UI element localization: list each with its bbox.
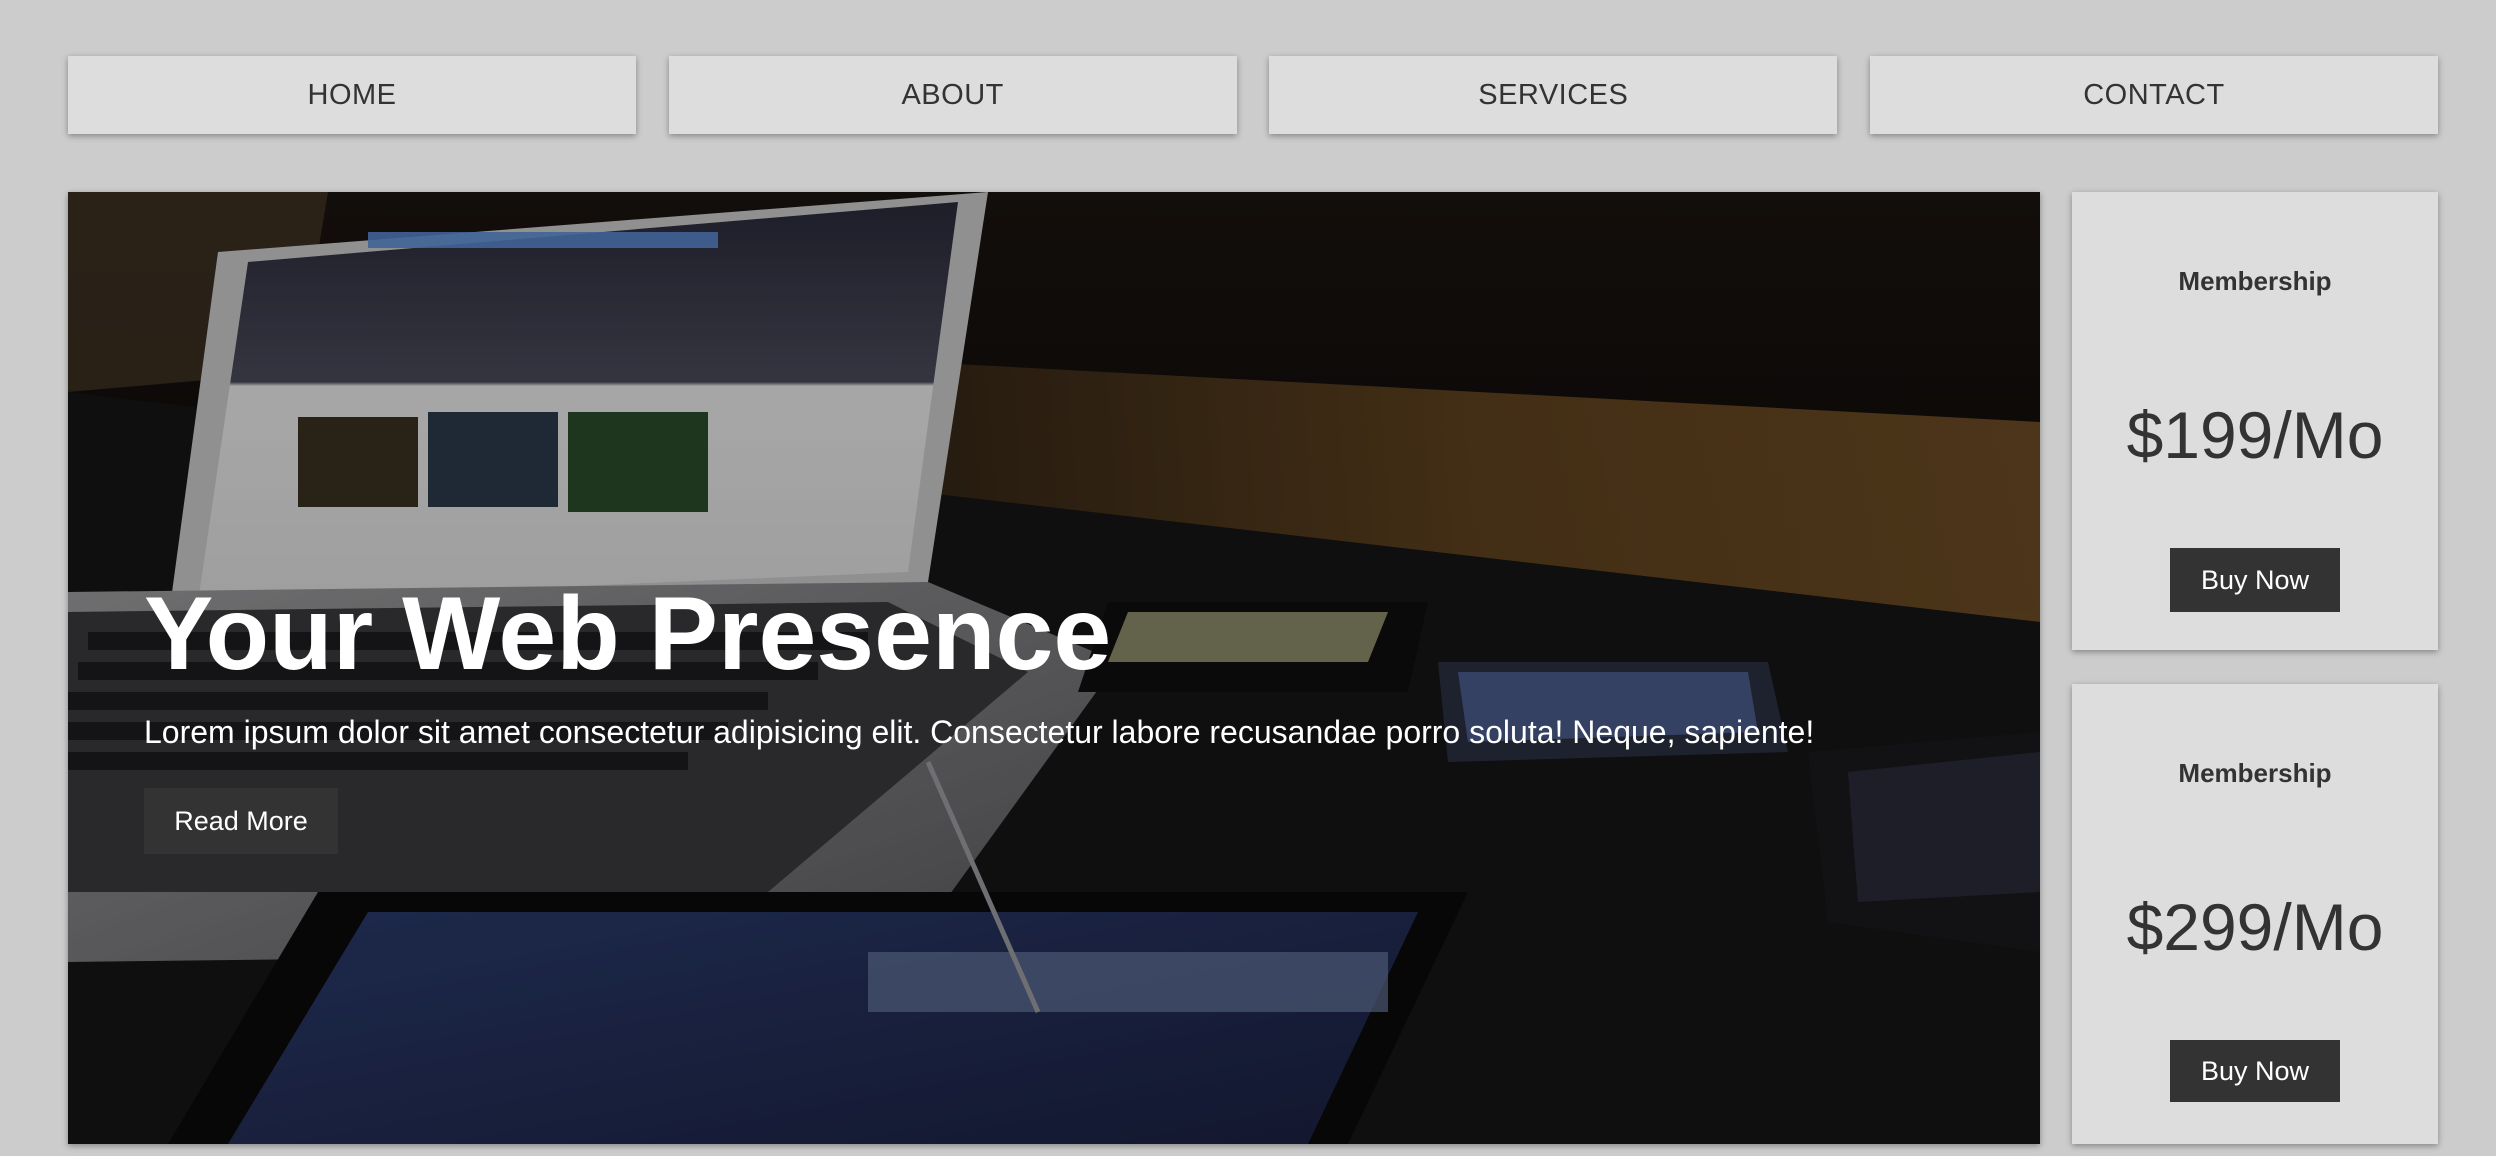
nav-about[interactable]: ABOUT	[668, 56, 1237, 134]
buy-now-button[interactable]: Buy Now	[2170, 1040, 2340, 1102]
nav-contact[interactable]: CONTACT	[1869, 56, 2438, 134]
hero-text: Lorem ipsum dolor sit amet consectetur a…	[144, 714, 1815, 750]
nav-services[interactable]: SERVICES	[1269, 56, 1838, 134]
main-nav: HOME ABOUT SERVICES CONTACT	[68, 56, 2438, 134]
buy-now-button[interactable]: Buy Now	[2170, 548, 2340, 612]
card-title: Membership	[2178, 758, 2332, 788]
hero-title: Your Web Presence	[144, 576, 1112, 692]
card-price: $199/Mo	[2126, 398, 2384, 472]
hero-banner: Your Web Presence Lorem ipsum dolor sit …	[68, 192, 2040, 1144]
membership-card-299: Membership $299/Mo Buy Now	[2072, 684, 2438, 1144]
card-price: $299/Mo	[2126, 890, 2384, 964]
nav-home[interactable]: HOME	[68, 56, 636, 134]
membership-card-199: Membership $199/Mo Buy Now	[2072, 192, 2438, 650]
read-more-button[interactable]: Read More	[144, 788, 338, 854]
card-title: Membership	[2178, 266, 2332, 296]
